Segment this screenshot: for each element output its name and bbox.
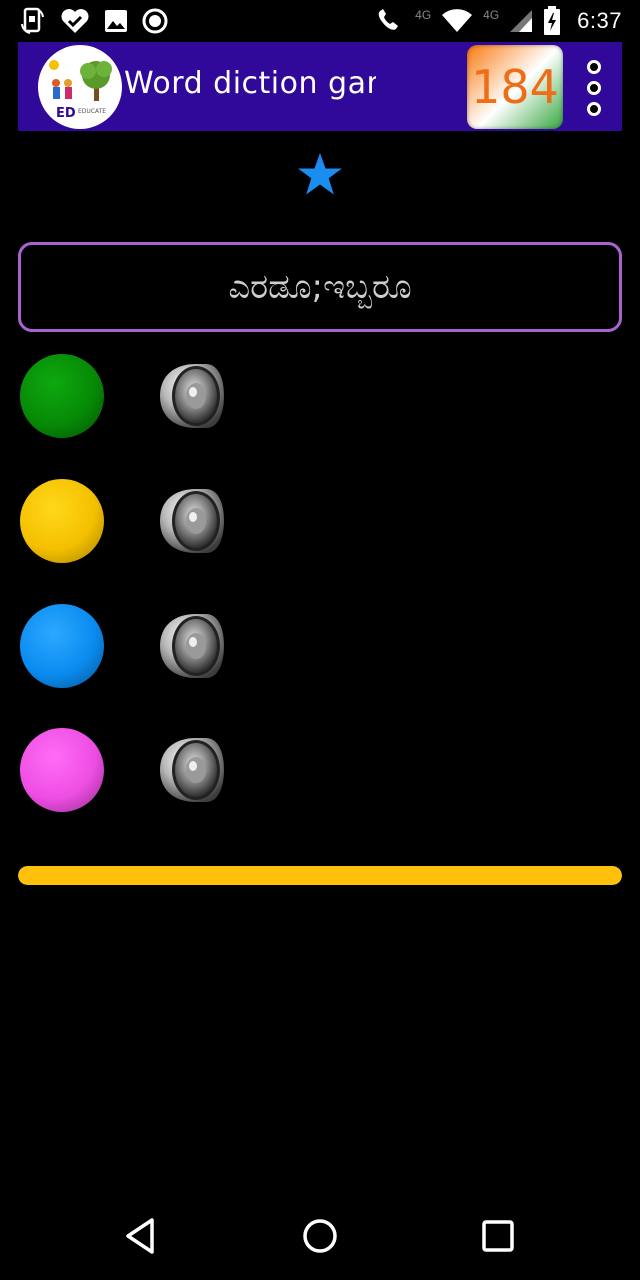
- svg-text:EDUCATE: EDUCATE: [78, 108, 106, 115]
- navigation-bar: [0, 1190, 640, 1280]
- more-vert-icon-dot: [587, 102, 601, 116]
- score-badge: 184: [467, 45, 563, 129]
- battery-charging-icon: [544, 6, 561, 35]
- back-icon[interactable]: [118, 1212, 166, 1260]
- system-icons: 4G 4G 6:37: [375, 6, 622, 36]
- recents-icon[interactable]: [474, 1212, 522, 1260]
- speaker-icon[interactable]: [152, 608, 228, 684]
- signal-icon: [510, 10, 533, 32]
- wifi-call-icon: [378, 9, 399, 30]
- option-row-blue: [18, 600, 258, 692]
- option-row-green: [18, 350, 258, 442]
- notification-icons: [20, 7, 168, 35]
- heart-check-icon: [61, 9, 89, 34]
- score-value: 184: [471, 60, 559, 114]
- more-vert-icon: [587, 60, 601, 74]
- green-answer-button[interactable]: [20, 354, 104, 438]
- more-vert-icon-dot: [587, 81, 601, 95]
- call-network-label: 4G: [415, 8, 432, 22]
- speaker-icon[interactable]: [152, 732, 228, 808]
- svg-text:ED: ED: [56, 106, 76, 121]
- pink-answer-button[interactable]: [20, 728, 104, 812]
- app-bar: ED EDUCATE Word diction game 184: [18, 42, 622, 131]
- option-row-pink: [18, 724, 258, 816]
- blue-answer-button[interactable]: [20, 604, 104, 688]
- option-row-yellow: [18, 475, 258, 567]
- app-title: Word diction game: [124, 66, 376, 101]
- wifi-icon: [442, 9, 473, 32]
- overflow-menu-button[interactable]: [584, 60, 604, 116]
- progress-bar-fill: [18, 866, 622, 885]
- star-icon: [298, 153, 342, 195]
- status-bar: 4G 4G 6:37: [0, 0, 640, 42]
- progress-bar: [18, 866, 622, 885]
- yellow-answer-button[interactable]: [20, 479, 104, 563]
- target-word: ಎರಡೂ;ಇಬ್ಬರೂ: [228, 267, 412, 307]
- app-logo: ED EDUCATE: [38, 45, 122, 129]
- record-icon: [142, 8, 168, 34]
- speaker-icon[interactable]: [152, 483, 228, 559]
- home-icon[interactable]: [296, 1212, 344, 1260]
- clock: 6:37: [577, 8, 622, 33]
- word-display: ಎರಡೂ;ಇಬ್ಬರೂ: [18, 242, 622, 332]
- speaker-icon[interactable]: [152, 358, 228, 434]
- network-label: 4G: [483, 8, 500, 22]
- screen-rotate-icon: [21, 7, 44, 34]
- image-icon: [105, 10, 127, 32]
